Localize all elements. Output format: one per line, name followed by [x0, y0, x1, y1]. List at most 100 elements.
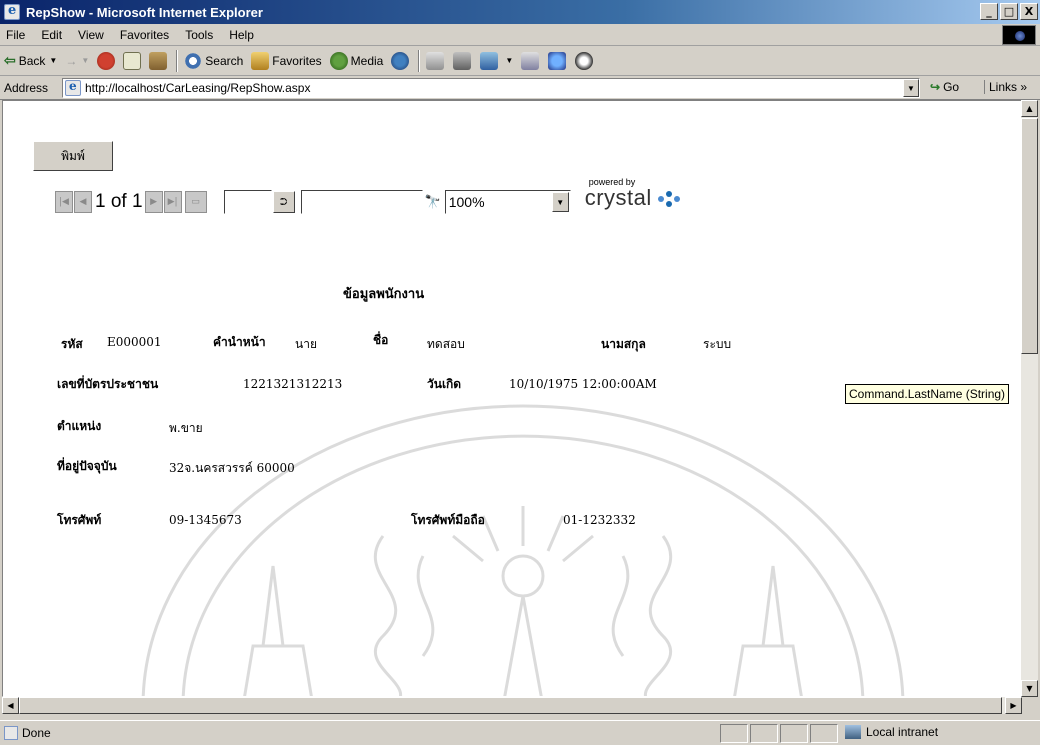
edit-icon[interactable]	[480, 51, 499, 70]
scroll-down-icon[interactable]: ▼	[1021, 680, 1038, 697]
zoom-dropdown-icon[interactable]: ▼	[551, 192, 569, 212]
report-viewer-toolbar: |◀ ◀ 1 of 1 ▶ ▶| ▭ ⮊ 🔭 100% ▼ powered by…	[55, 177, 681, 215]
media-button[interactable]: Media	[329, 51, 384, 70]
crystal-dots-icon	[658, 191, 681, 207]
search-button[interactable]: Search	[184, 51, 244, 70]
home-icon[interactable]	[149, 51, 168, 70]
menu-tools[interactable]: Tools	[177, 28, 221, 42]
mail-icon[interactable]	[426, 51, 445, 70]
menu-bar: File Edit View Favorites Tools Help	[0, 24, 1040, 46]
scroll-right-icon[interactable]: ▶	[1005, 697, 1022, 714]
status-pane	[810, 724, 838, 743]
goto-page-input[interactable]	[223, 190, 272, 214]
crystal-logo: powered by crystal	[584, 177, 681, 211]
page-icon	[65, 79, 81, 96]
id-label: รหัส	[61, 337, 83, 351]
refresh-icon[interactable]	[123, 51, 142, 70]
edit-dropdown-icon[interactable]: ▼	[505, 56, 513, 65]
zoom-select[interactable]: 100% ▼	[444, 190, 571, 214]
go-button[interactable]: ↪ Go	[930, 80, 959, 94]
security-zone[interactable]: Local intranet	[845, 725, 938, 739]
scroll-left-icon[interactable]: ◀	[2, 697, 19, 714]
birthdate-label: วันเกิด	[427, 377, 462, 391]
lastname-value[interactable]: ระบบ	[703, 335, 731, 354]
back-dropdown-icon[interactable]: ▼	[49, 56, 57, 65]
windows-logo-icon	[1002, 25, 1036, 45]
stop-icon[interactable]	[97, 51, 116, 70]
favorites-button[interactable]: Favorites	[251, 51, 322, 70]
status-pane	[720, 724, 748, 743]
messenger-icon[interactable]	[548, 51, 567, 70]
forward-arrow-icon: →	[65, 53, 78, 68]
address-value: 32จ.นครสวรรค์ 60000	[169, 461, 295, 475]
address-url: http://localhost/CarLeasing/RepShow.aspx	[85, 81, 311, 95]
position-label: ตำแหน่ง	[57, 419, 102, 433]
menu-view[interactable]: View	[70, 28, 112, 42]
window-controls: _ □ X	[980, 3, 1038, 20]
search-text-input[interactable]	[300, 190, 423, 214]
report: พิมพ์ |◀ ◀ 1 of 1 ▶ ▶| ▭ ⮊ 🔭 100% ▼ powe…	[3, 101, 1021, 696]
favorites-icon	[251, 51, 270, 70]
discuss-icon[interactable]	[521, 51, 540, 70]
goto-page-button[interactable]: ⮊	[272, 191, 295, 213]
prev-page-icon[interactable]: ◀	[74, 191, 92, 213]
toolbar-separator	[176, 49, 179, 72]
scroll-up-icon[interactable]: ▲	[1021, 100, 1038, 117]
media-label: Media	[350, 53, 384, 68]
close-view-icon[interactable]: ▭	[184, 191, 207, 213]
search-icon	[184, 51, 203, 70]
vertical-scroll-thumb[interactable]	[1021, 118, 1038, 354]
next-page-icon[interactable]: ▶	[144, 191, 163, 213]
phone-value: 09-1345673	[169, 513, 242, 527]
horizontal-scrollbar[interactable]: ◀ ▶	[2, 697, 1022, 714]
address-input[interactable]: http://localhost/CarLeasing/RepShow.aspx…	[62, 78, 920, 98]
print-button[interactable]: พิมพ์	[33, 141, 113, 171]
back-button[interactable]: ⇦ Back ▼	[4, 52, 57, 69]
birthdate-value: 10/10/1975 12:00:00AM	[509, 377, 657, 391]
favorites-label: Favorites	[272, 53, 322, 68]
media-icon	[329, 51, 348, 70]
links-button[interactable]: Links »	[984, 80, 1027, 94]
last-page-icon[interactable]: ▶|	[163, 191, 182, 213]
print-icon[interactable]	[453, 51, 472, 70]
search-label: Search	[205, 53, 244, 68]
horizontal-scroll-thumb[interactable]	[19, 697, 1002, 714]
menu-edit[interactable]: Edit	[33, 28, 70, 42]
phone-label: โทรศัพท์	[57, 513, 102, 527]
id-value: E000001	[107, 335, 162, 349]
window-title: RepShow - Microsoft Internet Explorer	[26, 4, 263, 20]
name-value: ทดสอบ	[427, 337, 465, 351]
field-tooltip: Command.LastName (String)	[845, 384, 1010, 404]
menu-help[interactable]: Help	[221, 28, 262, 42]
maximize-button[interactable]: □	[1000, 3, 1018, 20]
first-page-icon[interactable]: |◀	[55, 191, 73, 213]
vertical-scrollbar[interactable]: ▲ ▼	[1021, 100, 1038, 697]
citizen-id-value: 1221321312213	[243, 377, 343, 391]
position-value: พ.ขาย	[169, 421, 203, 435]
mobile-label: โทรศัพท์มือถือ	[411, 513, 485, 527]
go-arrow-icon: ↪	[930, 80, 941, 94]
zoom-value: 100%	[448, 194, 485, 210]
go-label: Go	[943, 80, 960, 94]
status-text: Done	[22, 726, 51, 740]
citizen-id-label: เลขที่บัตรประชาชน	[57, 377, 159, 391]
prefix-label: คำนำหน้า	[213, 335, 266, 349]
status-bar: Done Local intranet	[0, 720, 1040, 745]
address-label: Address	[4, 80, 49, 95]
minimize-button[interactable]: _	[980, 3, 998, 20]
lastname-label: นามสกุล	[601, 337, 646, 351]
bluetooth-icon[interactable]	[575, 51, 594, 70]
intranet-icon	[845, 725, 861, 739]
history-icon[interactable]	[391, 51, 410, 70]
forward-button[interactable]: → ▼	[65, 54, 89, 68]
page-done-icon	[4, 726, 18, 740]
report-title: ข้อมูลพนักงาน	[343, 287, 425, 302]
address-dropdown-icon[interactable]: ▼	[903, 79, 919, 97]
find-binoculars-icon[interactable]: 🔭	[425, 195, 441, 210]
standard-toolbar: ⇦ Back ▼ → ▼ Search Favorites Media ▼	[0, 46, 1040, 76]
close-button[interactable]: X	[1020, 3, 1038, 20]
forward-dropdown-icon[interactable]: ▼	[81, 56, 89, 65]
crystal-wordmark: crystal	[584, 185, 652, 210]
menu-favorites[interactable]: Favorites	[112, 28, 177, 42]
menu-file[interactable]: File	[0, 28, 33, 42]
